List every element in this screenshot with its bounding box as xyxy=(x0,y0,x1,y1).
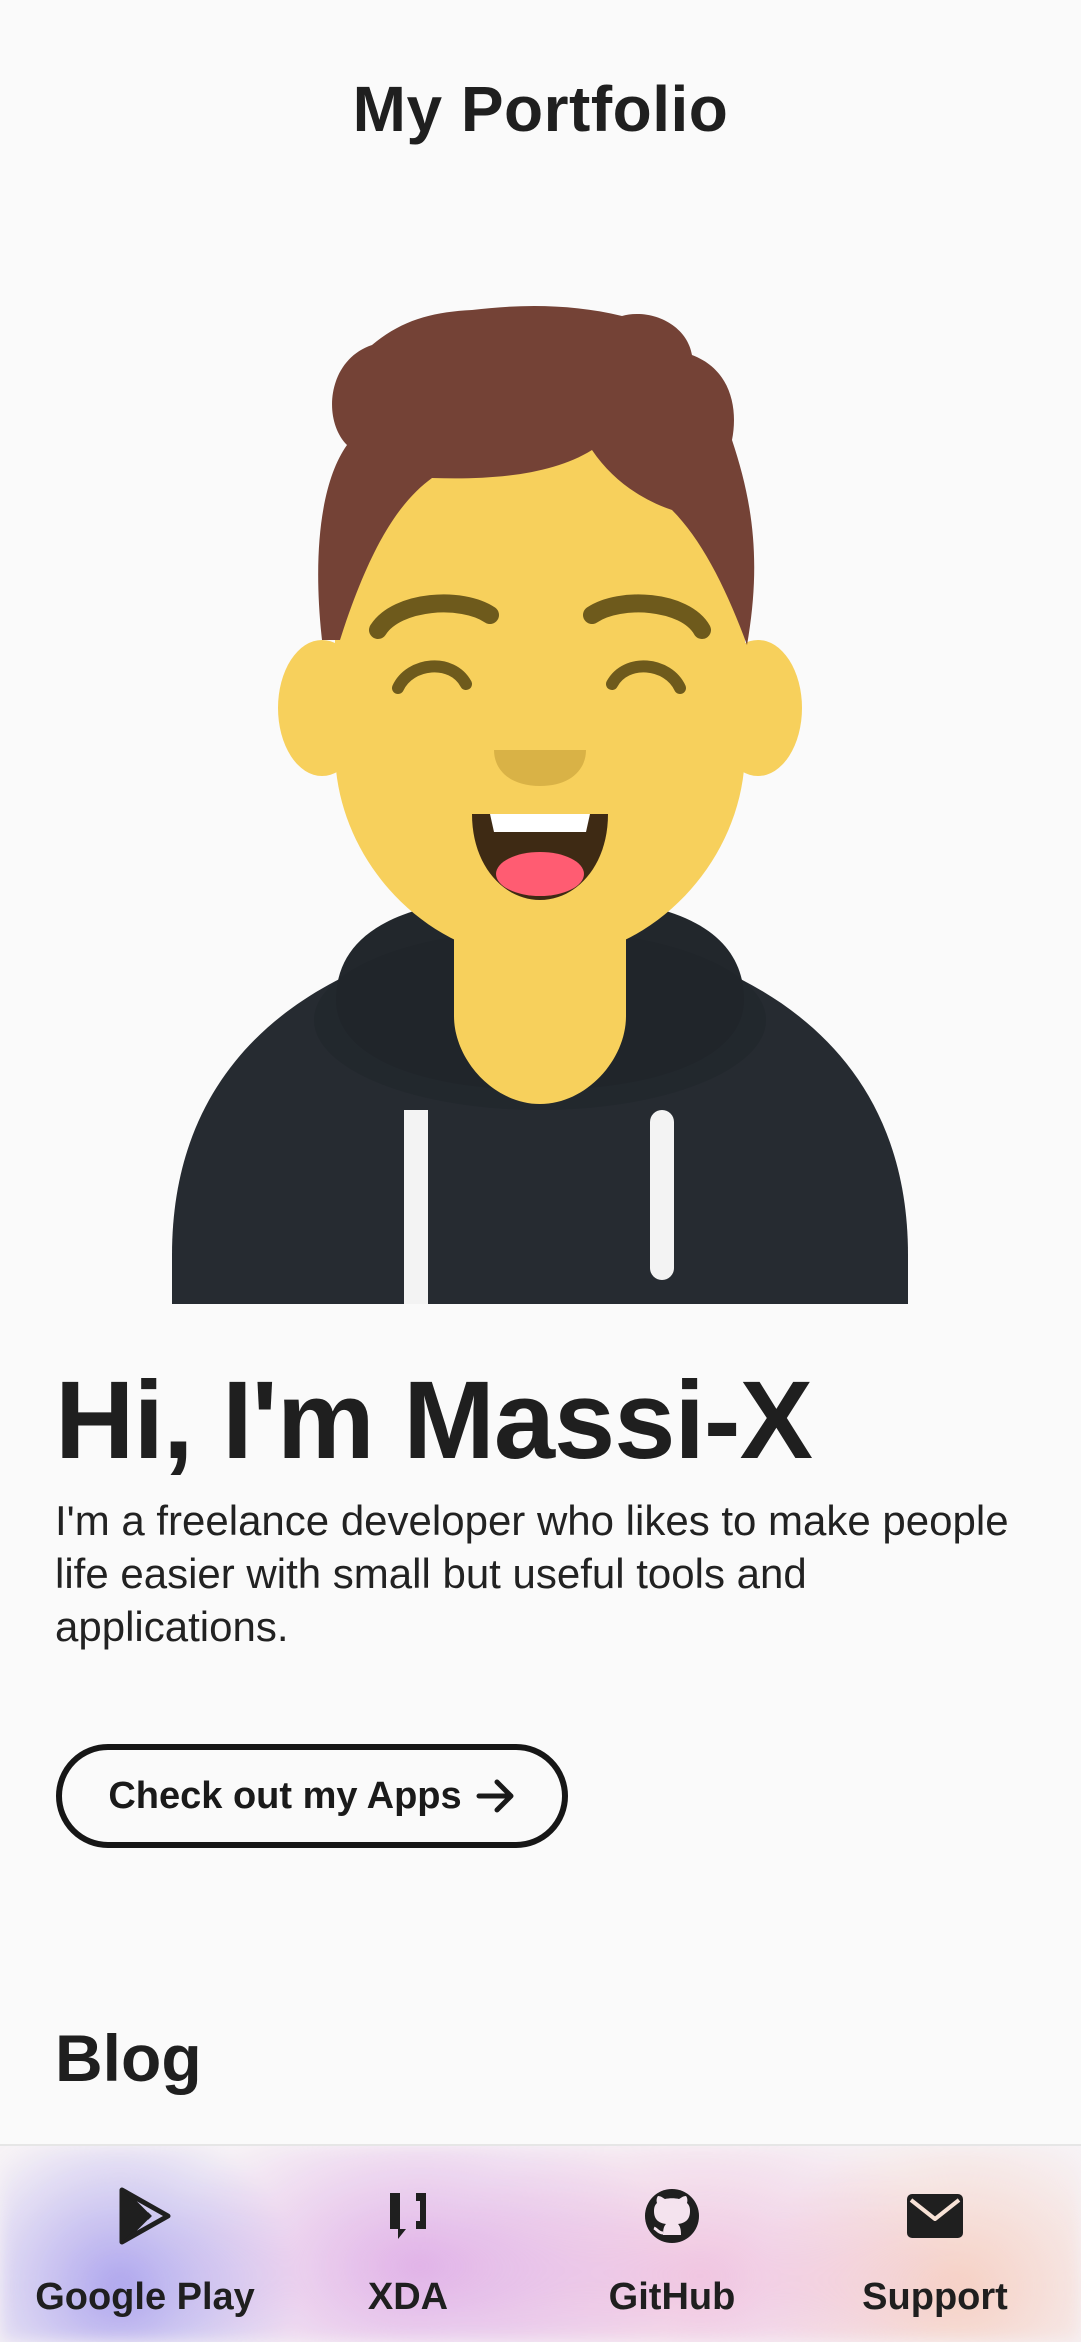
nav-label: Google Play xyxy=(35,2276,255,2318)
nav-item-github[interactable]: GitHub xyxy=(537,2146,807,2342)
check-out-apps-button[interactable]: Check out my Apps xyxy=(56,1744,568,1848)
nav-item-google-play[interactable]: Google Play xyxy=(10,2146,280,2342)
cta-label: Check out my Apps xyxy=(108,1774,462,1817)
github-icon xyxy=(643,2184,701,2248)
avatar xyxy=(172,306,908,1304)
page-title: My Portfolio xyxy=(352,73,729,145)
nav-label: Support xyxy=(862,2276,1008,2318)
hero-description: I'm a freelance developer who likes to m… xyxy=(55,1497,1009,1650)
nav-item-xda[interactable]: XDA xyxy=(273,2146,543,2342)
nav-label: XDA xyxy=(367,2276,449,2318)
nav-item-support[interactable]: Support xyxy=(800,2146,1070,2342)
google-play-icon xyxy=(118,2184,172,2248)
xda-icon xyxy=(386,2184,430,2248)
bottom-navigation: Google Play XDA GitHub Support xyxy=(0,2144,1081,2342)
hero-title: Hi, I'm Massi-X xyxy=(55,1359,813,1482)
blog-section-title: Blog xyxy=(55,2021,202,2095)
envelope-icon xyxy=(906,2184,964,2248)
nav-label: GitHub xyxy=(608,2276,736,2318)
arrow-right-icon xyxy=(476,1778,516,1814)
